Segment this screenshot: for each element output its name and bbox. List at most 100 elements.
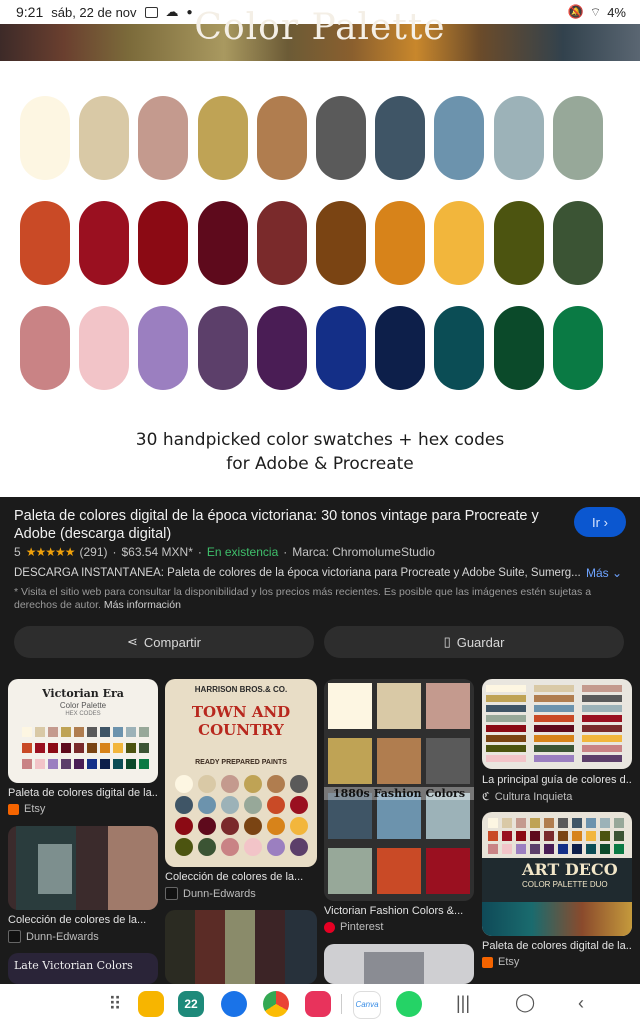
- related-card-8[interactable]: [324, 944, 474, 984]
- mini-swatch: [126, 759, 136, 769]
- stripe-5: [285, 910, 317, 984]
- mini-swatch: [582, 735, 622, 742]
- mini-swatch: [198, 817, 216, 835]
- star-rating-icon: ★★★★★: [25, 545, 76, 559]
- thumb-title: Victorian Era: [42, 687, 124, 700]
- save-button[interactable]: ▯ Guardar: [324, 626, 624, 658]
- source-name: Pinterest: [340, 921, 384, 933]
- mini-swatch: [100, 743, 110, 753]
- mini-swatch: [48, 759, 58, 769]
- mini-swatch: [328, 683, 372, 729]
- color-swatch: [256, 306, 307, 390]
- color-swatch: [552, 306, 603, 390]
- more-button[interactable]: Más ⌄: [586, 566, 622, 580]
- caption-line-1: 30 handpicked color swatches + hex codes: [135, 430, 505, 450]
- messages-icon[interactable]: [221, 991, 247, 1017]
- mini-swatch: [244, 838, 262, 856]
- mini-swatch: [244, 817, 262, 835]
- rating-value: 5: [14, 545, 21, 559]
- more-info-link[interactable]: Más información: [104, 599, 181, 611]
- mini-swatch: [558, 844, 568, 854]
- related-card-5[interactable]: [165, 910, 317, 984]
- related-card-2[interactable]: HARRISON BROS.& CO. TOWN AND COUNTRY REA…: [165, 679, 317, 867]
- mini-swatch: [600, 844, 610, 854]
- mini-swatch: [267, 817, 285, 835]
- review-count: (291): [79, 545, 108, 559]
- share-icon: ⋖: [127, 634, 138, 649]
- mini-swatch: [61, 727, 71, 737]
- color-swatch: [79, 96, 130, 180]
- mini-swatch: [290, 817, 308, 835]
- product-meta: 5 ★★★★★ (291) · $63.54 MXN* · En existen…: [14, 545, 435, 559]
- canva-icon[interactable]: Canva: [353, 991, 381, 1019]
- palette-caption: 30 handpicked color swatches + hex codes…: [0, 428, 640, 476]
- mini-swatch: [426, 738, 470, 784]
- go-button[interactable]: Ir ›: [574, 507, 626, 537]
- source-name: Dunn-Edwards: [183, 887, 256, 900]
- whatsapp-icon[interactable]: [396, 991, 422, 1017]
- mini-swatch: [534, 735, 574, 742]
- files-icon[interactable]: [138, 991, 164, 1017]
- related-label-2[interactable]: Colección de colores de la...: [165, 871, 317, 883]
- related-card-3[interactable]: 1880s Fashion Colors: [324, 679, 474, 901]
- bookmark-icon: ▯: [443, 634, 451, 649]
- chrome-icon[interactable]: [263, 991, 289, 1017]
- calendar-day: 22: [184, 997, 198, 1011]
- mini-swatch: [486, 755, 526, 762]
- mini-swatch: [582, 755, 622, 762]
- mini-swatch: [48, 743, 58, 753]
- calendar-icon[interactable]: 22: [178, 991, 204, 1017]
- mini-swatch: [530, 818, 540, 828]
- mini-swatch: [377, 683, 421, 729]
- mini-swatch: [530, 831, 540, 841]
- related-label-6[interactable]: La principal guía de colores d...: [482, 774, 632, 786]
- home-button[interactable]: ◯: [515, 992, 535, 1013]
- thumb-deco-footer: [482, 902, 632, 936]
- color-swatch: [138, 306, 189, 390]
- color-swatch: [256, 96, 307, 180]
- share-button[interactable]: ⋖ Compartir: [14, 626, 314, 658]
- product-description: DESCARGA INSTANTÁNEA: Paleta de colores …: [14, 567, 581, 579]
- related-card-7[interactable]: Late Victorian Colors: [8, 953, 158, 984]
- palette-image[interactable]: 30 handpicked color swatches + hex codes…: [0, 61, 640, 497]
- mini-swatch: [516, 818, 526, 828]
- related-card-1[interactable]: Victorian Era Color Palette HEX CODES: [8, 679, 158, 783]
- related-card-9[interactable]: ART DECO COLOR PALETTE DUO: [482, 812, 632, 936]
- thumb-title: 1880s Fashion Colors: [324, 787, 474, 800]
- stripe-1: [165, 910, 195, 984]
- color-swatch: [552, 201, 603, 285]
- thumb-house: [364, 952, 424, 984]
- dunn-edwards-icon: [165, 887, 178, 900]
- brand: Marca: ChromolumeStudio: [292, 545, 435, 559]
- apps-grid-icon[interactable]: ⠿: [102, 991, 128, 1017]
- mini-swatch: [534, 685, 574, 692]
- thumb-title: TOWN AND COUNTRY: [191, 703, 291, 739]
- mini-swatch: [488, 831, 498, 841]
- mini-swatch: [377, 848, 421, 894]
- related-label-3[interactable]: Victorian Fashion Colors &...: [324, 905, 474, 917]
- mini-swatch: [328, 738, 372, 784]
- related-card-6[interactable]: [482, 679, 632, 769]
- mini-swatch: [126, 743, 136, 753]
- recent-apps-button[interactable]: |||: [456, 993, 470, 1014]
- back-button[interactable]: ‹: [578, 993, 584, 1014]
- mini-swatch: [267, 796, 285, 814]
- mini-swatch: [244, 775, 262, 793]
- related-source-4: Dunn-Edwards: [8, 930, 99, 943]
- product-title[interactable]: Paleta de colores digital de la época vi…: [14, 507, 544, 543]
- mini-swatch: [534, 745, 574, 752]
- related-label-1[interactable]: Paleta de colores digital de la...: [8, 787, 158, 799]
- mini-swatch: [582, 685, 622, 692]
- mini-swatch: [426, 848, 470, 894]
- color-swatch: [316, 96, 366, 180]
- related-label-9[interactable]: Paleta de colores digital de la...: [482, 940, 632, 952]
- screen-recorder-icon[interactable]: [305, 991, 331, 1017]
- related-card-4[interactable]: [8, 826, 158, 910]
- mini-swatch: [198, 796, 216, 814]
- related-label-4[interactable]: Colección de colores de la...: [8, 914, 158, 926]
- mini-swatch: [113, 727, 123, 737]
- color-swatch: [20, 201, 70, 285]
- mini-swatch: [516, 844, 526, 854]
- mini-swatch: [221, 838, 239, 856]
- stripe-2: [195, 910, 225, 984]
